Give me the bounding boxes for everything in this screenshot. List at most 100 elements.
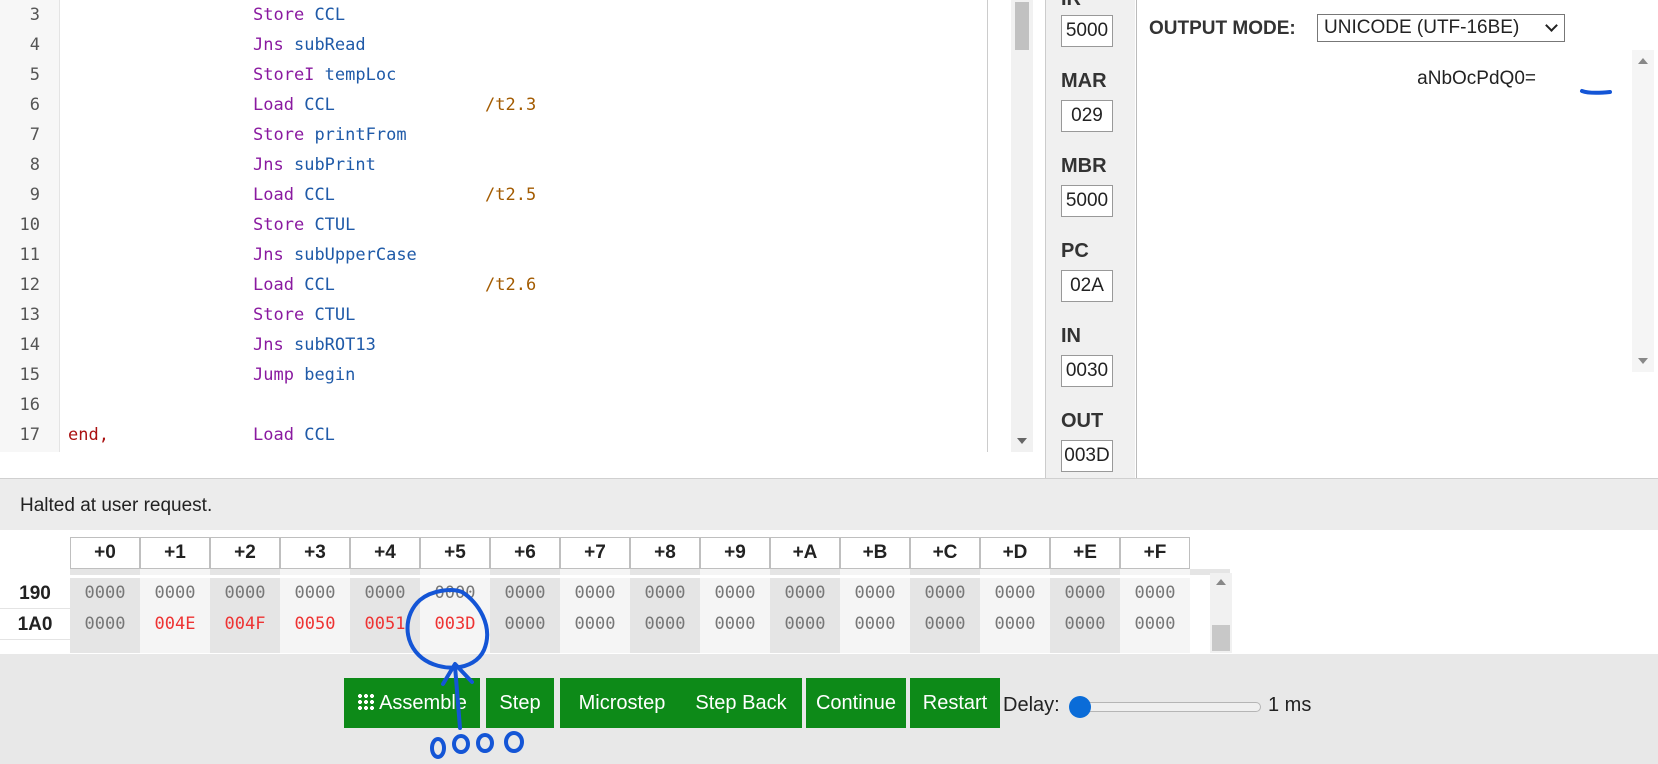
code-line[interactable]: 4 Jns subRead <box>0 31 960 59</box>
code-line[interactable]: 7 Store printFrom <box>0 121 960 149</box>
grid-icon <box>357 693 376 711</box>
code-line[interactable]: 12 Load CCL/t2.6 <box>0 271 960 299</box>
register-label-pc: PC <box>1061 240 1089 262</box>
code-line[interactable]: 5 StoreI tempLoc <box>0 61 960 89</box>
scroll-down-icon[interactable] <box>1638 358 1648 364</box>
memory-cell: 0000 <box>910 609 980 640</box>
control-bar: Assemble Step Microstep Step Back Continue Re… <box>0 654 1658 764</box>
memory-cell: 0000 <box>1050 609 1120 640</box>
memory-cell: 0000 <box>560 609 630 640</box>
line-number: 5 <box>29 65 40 85</box>
code-line[interactable]: 18 Store ISS <box>0 451 960 452</box>
code-argument: subPrint <box>293 155 376 175</box>
code-line[interactable]: 15 Jump begin <box>0 361 960 389</box>
code-opcode: Store ISS <box>253 451 345 452</box>
code-opcode: Store CTUL <box>253 211 355 239</box>
memory-column-header: +A <box>770 537 840 569</box>
scroll-up-icon[interactable] <box>1638 58 1648 64</box>
memory-cell: 004F <box>210 609 280 640</box>
code-line[interactable]: 17 end, Load CCL <box>0 421 960 449</box>
memory-column-header: +8 <box>630 537 700 569</box>
microstep-button-label: Microstep <box>578 692 666 714</box>
opcode-text: Jump <box>253 365 294 385</box>
memory-column-header: +9 <box>700 537 770 569</box>
memory-column-header: +7 <box>560 537 630 569</box>
assemble-button[interactable]: Assemble <box>344 678 480 728</box>
code-line[interactable]: 13 Store CTUL <box>0 301 960 329</box>
step-button-label: Step <box>499 692 541 714</box>
code-opcode: Load CCL <box>253 181 335 209</box>
step-button[interactable]: Step <box>486 678 554 728</box>
output-scrollbar[interactable] <box>1632 50 1654 372</box>
status-message: Halted at user request. <box>20 495 213 516</box>
code-line[interactable]: 9 Load CCL/t2.5 <box>0 181 960 209</box>
register-value-out[interactable]: 003D <box>1061 440 1113 472</box>
code-argument: begin <box>304 365 356 385</box>
memory-scrollbar-thumb[interactable] <box>1212 625 1230 651</box>
editor-scrollbar[interactable] <box>1011 0 1033 452</box>
memory-cell: 0000 <box>770 578 840 609</box>
memory-cell: 0000 <box>420 578 490 609</box>
table-row: 190 0000 0000 0000 0000 0000 0000 0000 0000 0000 0… <box>0 578 1190 609</box>
delay-slider-track[interactable] <box>1076 702 1261 712</box>
memory-column-header: +6 <box>490 537 560 569</box>
editor-scrollbar-thumb[interactable] <box>1015 2 1029 50</box>
memory-cell: 003D <box>420 609 490 640</box>
line-number: 18 <box>0 451 40 452</box>
code-opcode: Load CCL <box>253 421 335 449</box>
line-number: 17 <box>19 425 40 445</box>
memory-cell: 0000 <box>770 609 840 640</box>
opcode-text: Load <box>253 425 294 445</box>
memory-cell: 0000 <box>490 578 560 609</box>
code-argument: subROT13 <box>293 335 376 355</box>
line-number: 9 <box>29 185 40 205</box>
output-panel: OUTPUT MODE: UNICODE (UTF-16BE) aNbOcPdQ… <box>1136 0 1658 478</box>
scroll-down-icon[interactable] <box>1017 438 1027 444</box>
code-opcode: Jns subPrint <box>253 151 376 179</box>
memory-row-partial <box>70 640 1190 653</box>
memory-cell: 0000 <box>350 578 420 609</box>
output-mode-value: UNICODE (UTF-16BE) <box>1324 17 1520 38</box>
opcode-text: Store <box>253 305 305 325</box>
code-line[interactable]: 14 Jns subROT13 <box>0 331 960 359</box>
opcode-text: Store <box>253 215 305 235</box>
memory-row-address: 190 <box>0 578 70 609</box>
memory-scrollbar[interactable] <box>1210 573 1232 653</box>
code-comment: /t2.6 <box>485 275 537 295</box>
memory-cell: 0000 <box>490 609 560 640</box>
register-value-mar[interactable]: 029 <box>1061 100 1113 132</box>
code-line[interactable]: 6 Load CCL/t2.3 <box>0 91 960 119</box>
step-back-button[interactable]: Step Back <box>680 678 802 728</box>
memory-cell: 0000 <box>840 578 910 609</box>
memory-cell: 0000 <box>700 609 770 640</box>
register-value-in[interactable]: 0030 <box>1061 355 1113 387</box>
continue-button-label: Continue <box>815 692 897 714</box>
code-line[interactable]: 11 Jns subUpperCase <box>0 241 960 269</box>
code-line[interactable]: 3 Store CCL <box>0 1 960 29</box>
status-bar: Halted at user request. <box>0 478 1658 530</box>
register-value-pc[interactable]: 02A <box>1061 270 1113 302</box>
register-value-ir[interactable]: 5000 <box>1061 15 1113 47</box>
opcode-text: Jns <box>253 245 284 265</box>
memory-cell: 0000 <box>980 609 1050 640</box>
code-label: end, <box>68 425 109 445</box>
register-value-mbr[interactable]: 5000 <box>1061 185 1113 217</box>
memory-column-header: +1 <box>140 537 210 569</box>
memory-row-address: 1A0 <box>0 609 70 640</box>
microstep-button[interactable]: Microstep <box>560 678 684 728</box>
code-argument: CCL <box>304 425 335 445</box>
code-line[interactable]: 10 Store CTUL <box>0 211 960 239</box>
opcode-text: Load <box>253 275 294 295</box>
continue-button[interactable]: Continue <box>806 678 906 728</box>
code-line[interactable]: 16 <box>0 391 960 419</box>
code-editor[interactable]: 3 Store CCL 4 Jns subRead 5 StoreI tempLoc 6 Lo… <box>0 0 988 452</box>
code-opcode: Jns subRead <box>253 31 366 59</box>
code-opcode: Store printFrom <box>253 121 407 149</box>
output-mode-select[interactable]: UNICODE (UTF-16BE) <box>1317 14 1565 42</box>
code-line[interactable]: 8 Jns subPrint <box>0 151 960 179</box>
memory-cell: 0000 <box>980 578 1050 609</box>
memory-cell: 0000 <box>210 578 280 609</box>
delay-slider-handle[interactable] <box>1069 696 1091 718</box>
scroll-up-icon[interactable] <box>1216 579 1226 585</box>
restart-button[interactable]: Restart <box>910 678 1000 728</box>
